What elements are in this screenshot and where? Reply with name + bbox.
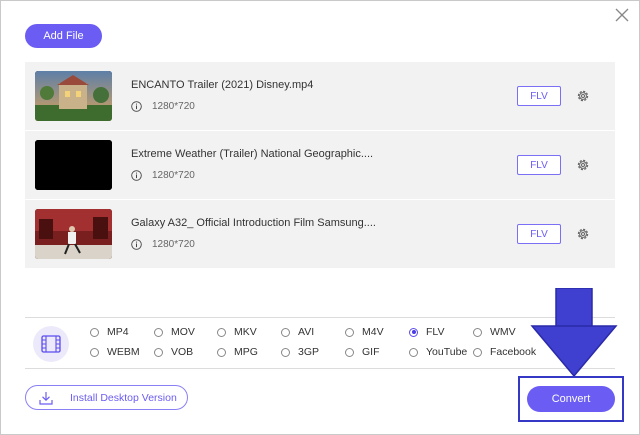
radio-icon <box>217 347 226 357</box>
file-resolution: 1280*720 <box>152 239 195 250</box>
divider <box>25 317 615 318</box>
output-format-button[interactable]: FLV <box>517 224 561 244</box>
file-row: Extreme Weather (Trailer) National Geogr… <box>25 131 615 199</box>
format-option-mpg[interactable]: MPG <box>217 346 258 358</box>
info-icon[interactable] <box>131 101 142 112</box>
gear-icon[interactable] <box>575 157 591 173</box>
format-option-wmv[interactable]: WMV <box>473 326 516 338</box>
video-thumbnail <box>35 209 112 259</box>
file-title: Galaxy A32_ Official Introduction Film S… <box>131 217 376 229</box>
format-option-avi[interactable]: AVI <box>281 326 314 338</box>
radio-icon <box>281 327 290 337</box>
radio-selected-icon <box>409 327 418 337</box>
info-icon[interactable] <box>131 170 142 181</box>
arrow-down-icon <box>530 288 618 378</box>
file-row: Galaxy A32_ Official Introduction Film S… <box>25 200 615 268</box>
file-resolution: 1280*720 <box>152 170 195 181</box>
format-option-mp4[interactable]: MP4 <box>90 326 129 338</box>
radio-icon <box>473 347 482 357</box>
format-option-youtube[interactable]: YouTube <box>409 346 467 358</box>
file-title: Extreme Weather (Trailer) National Geogr… <box>131 148 374 160</box>
output-format-button[interactable]: FLV <box>517 155 561 175</box>
radio-icon <box>473 327 482 337</box>
video-thumbnail <box>35 140 112 190</box>
add-file-button[interactable]: Add File <box>25 24 102 48</box>
file-row: ENCANTO Trailer (2021) Disney.mp4 1280*7… <box>25 62 615 130</box>
format-option-webm[interactable]: WEBM <box>90 346 140 358</box>
gear-icon[interactable] <box>575 88 591 104</box>
radio-icon <box>345 327 354 337</box>
close-icon <box>615 8 629 22</box>
output-format-button[interactable]: FLV <box>517 86 561 106</box>
file-title: ENCANTO Trailer (2021) Disney.mp4 <box>131 79 314 91</box>
video-thumbnail <box>35 71 112 121</box>
file-resolution: 1280*720 <box>152 101 195 112</box>
film-icon <box>41 335 61 353</box>
radio-icon <box>154 347 163 357</box>
format-option-gif[interactable]: GIF <box>345 346 380 358</box>
divider <box>25 368 615 369</box>
radio-icon <box>345 347 354 357</box>
convert-button[interactable]: Convert <box>527 386 615 412</box>
info-icon[interactable] <box>131 239 142 250</box>
radio-icon <box>409 347 418 357</box>
radio-icon <box>281 347 290 357</box>
radio-icon <box>154 327 163 337</box>
download-icon <box>39 391 53 405</box>
radio-icon <box>90 327 99 337</box>
format-option-mkv[interactable]: MKV <box>217 326 257 338</box>
format-option-facebook[interactable]: Facebook <box>473 346 536 358</box>
format-category-badge <box>33 326 69 362</box>
install-desktop-version-button[interactable]: Install Desktop Version <box>25 385 188 410</box>
format-option-mov[interactable]: MOV <box>154 326 195 338</box>
format-option-vob[interactable]: VOB <box>154 346 193 358</box>
format-option-m4v[interactable]: M4V <box>345 326 384 338</box>
format-option-flv[interactable]: FLV <box>409 326 444 338</box>
gear-icon[interactable] <box>575 226 591 242</box>
format-option-3gp[interactable]: 3GP <box>281 346 319 358</box>
radio-icon <box>217 327 226 337</box>
file-list: ENCANTO Trailer (2021) Disney.mp4 1280*7… <box>25 62 615 269</box>
install-desktop-version-label: Install Desktop Version <box>70 391 177 404</box>
radio-icon <box>90 347 99 357</box>
close-button[interactable] <box>612 5 632 25</box>
